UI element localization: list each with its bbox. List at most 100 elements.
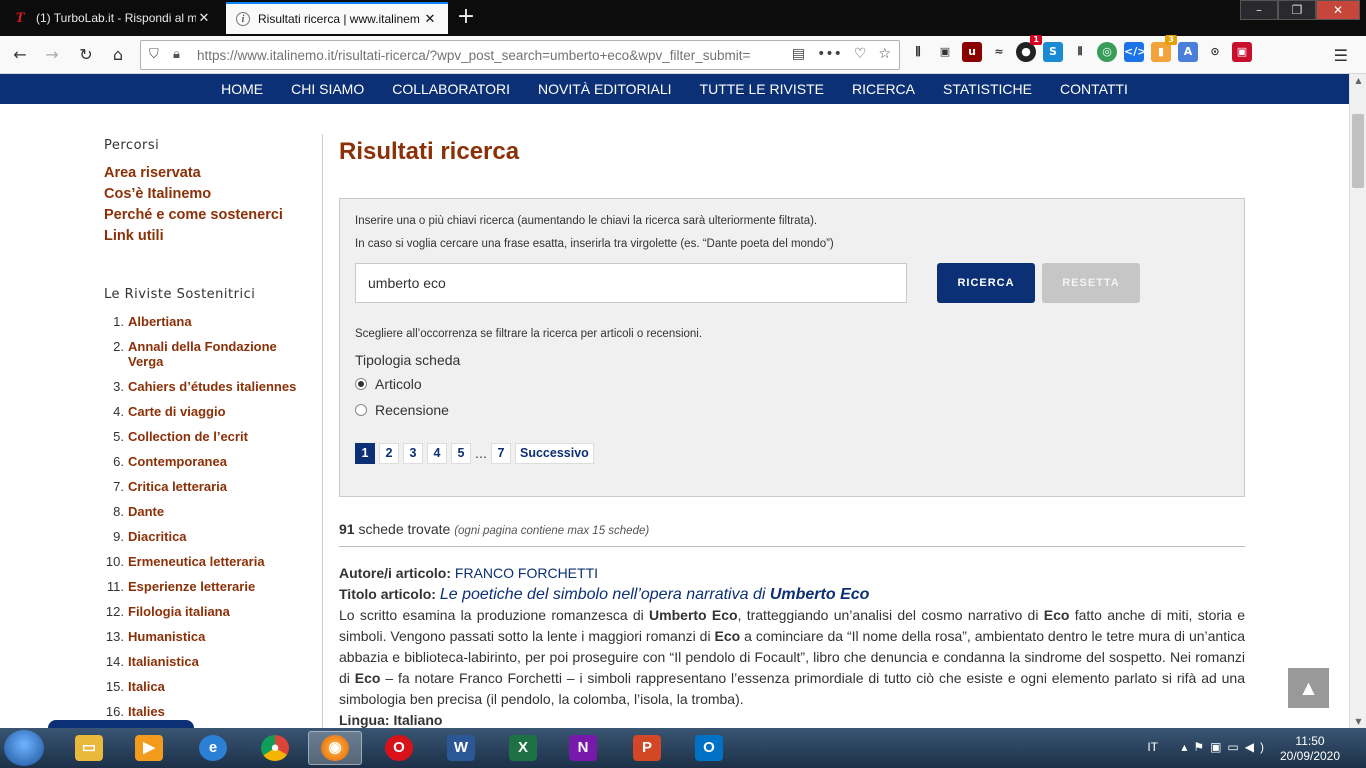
page-scrollbar[interactable]: ▲ ▼ [1349, 74, 1366, 728]
pocket-icon[interactable]: ♡ [854, 46, 867, 62]
shoe-extension-icon[interactable]: ≈ [989, 42, 1009, 62]
search-button[interactable]: RICERCA [937, 263, 1035, 303]
radio-button-checked[interactable] [355, 378, 367, 390]
translate-icon[interactable]: A [1178, 42, 1198, 62]
maximize-icon[interactable]: ❐ [1278, 0, 1316, 20]
minimize-icon[interactable]: – [1240, 0, 1278, 20]
rivista-link[interactable]: Dante [128, 504, 164, 519]
sidebar-link[interactable]: Cos’è Italinemo [104, 184, 304, 205]
rivista-link[interactable]: Italica [128, 679, 165, 694]
sidebar-link[interactable]: Area riservata [104, 163, 304, 184]
tab-turbolab[interactable]: T (1) TurboLab.it - Rispondi al m ✕ [2, 2, 222, 34]
lock-extension-icon[interactable]: ⊙ [1205, 42, 1225, 62]
rivista-link[interactable]: Filologia italiana [128, 604, 230, 619]
rivista-link[interactable]: Italianistica [128, 654, 199, 669]
tab-italinemo[interactable]: i Risultati ricerca | www.italinem ✕ [226, 2, 448, 34]
ublock-icon[interactable]: u [962, 42, 982, 62]
hamburger-menu-icon[interactable]: ☰ [1334, 46, 1348, 65]
taskbar-explorer[interactable]: ▭ [62, 731, 116, 765]
sidebar-icon[interactable]: ▣ [935, 42, 955, 62]
page-link[interactable]: 5 [451, 443, 471, 464]
home-icon[interactable]: ⌂ [104, 41, 132, 69]
scroll-down-icon[interactable]: ▼ [1350, 717, 1366, 726]
taskbar-firefox[interactable]: ◉ [308, 731, 362, 765]
forward-arrow-icon[interactable]: → [38, 41, 66, 69]
library-icon[interactable]: ⫼ [908, 42, 928, 62]
close-tab-icon[interactable]: ✕ [422, 11, 438, 27]
taskbar-ie[interactable]: e [186, 731, 240, 765]
start-button-icon[interactable] [4, 730, 44, 766]
url-text[interactable]: https://www.italinemo.it/risultati-ricer… [197, 48, 777, 63]
reset-button[interactable]: RESETTA [1042, 263, 1140, 303]
taskbar-media-player[interactable]: ▶ [122, 731, 176, 765]
back-to-top-button[interactable]: ▲ [1288, 668, 1329, 708]
page-link[interactable]: 4 [427, 443, 447, 464]
scroll-up-icon[interactable]: ▲ [1350, 76, 1366, 85]
clock[interactable]: 11:50 20/09/2020 [1278, 734, 1342, 764]
rivista-link[interactable]: Annali della Fondazione Verga [128, 339, 304, 369]
tray-icons[interactable]: ▴⚑▣▭◀) [1181, 740, 1270, 754]
bookmark-star-icon[interactable]: ☆ [878, 46, 891, 62]
page-link[interactable]: 2 [379, 443, 399, 464]
back-arrow-icon[interactable]: ← [6, 41, 34, 69]
rivista-link[interactable]: Italies [128, 704, 165, 719]
shield-icon[interactable]: ⛉ [149, 47, 159, 62]
taskbar-onenote[interactable]: N [556, 731, 610, 765]
reader-view-icon[interactable]: ▤ [792, 46, 805, 62]
reload-icon[interactable]: ↻ [72, 41, 100, 69]
taskbar-excel[interactable]: X [496, 731, 550, 765]
close-window-icon[interactable]: ✕ [1316, 0, 1360, 20]
rivista-link[interactable]: Carte di viaggio [128, 404, 226, 419]
green-extension-icon[interactable]: ◎ [1097, 42, 1117, 62]
new-tab-plus-icon[interactable]: + [456, 5, 476, 29]
nav-tutte-le-riviste[interactable]: TUTTE LE RIVISTE [700, 81, 824, 97]
grid-extension-icon[interactable]: ⦀ [1070, 42, 1090, 62]
address-bar[interactable]: ⛉ 🔒︎ https://www.italinemo.it/risultati-… [140, 40, 900, 70]
next-page-link[interactable]: Successivo [515, 443, 594, 464]
red-extension-icon[interactable]: ▣ [1232, 42, 1252, 62]
nav-ricerca[interactable]: RICERCA [852, 81, 915, 97]
code-extension-icon[interactable]: </> [1124, 42, 1146, 62]
lock-icon[interactable]: 🔒︎ [173, 47, 180, 62]
radio-recensione[interactable]: Recensione [355, 402, 449, 418]
taskbar-opera[interactable]: O [372, 731, 426, 765]
nav-collaboratori[interactable]: COLLABORATORI [392, 81, 510, 97]
s-extension-icon[interactable]: S [1043, 42, 1063, 62]
rivista-link[interactable]: Diacritica [128, 529, 187, 544]
page-link[interactable]: 3 [403, 443, 423, 464]
search-input[interactable]: umberto eco [355, 263, 907, 303]
rivista-link[interactable]: Albertiana [128, 314, 192, 329]
radio-button-unchecked[interactable] [355, 404, 367, 416]
sidebar-link[interactable]: Link utili [104, 226, 304, 247]
rivista-link[interactable]: Contemporanea [128, 454, 227, 469]
language-indicator[interactable]: IT [1147, 740, 1158, 754]
rivista-link[interactable]: Esperienze letterarie [128, 579, 255, 594]
nav-contatti[interactable]: CONTATTI [1060, 81, 1128, 97]
page-link-current[interactable]: 1 [355, 443, 375, 464]
nav-chi-siamo[interactable]: CHI SIAMO [291, 81, 364, 97]
rivista-link[interactable]: Humanistica [128, 629, 205, 644]
radio-articolo[interactable]: Articolo [355, 376, 422, 392]
page-link-last[interactable]: 7 [491, 443, 511, 464]
taskbar-word[interactable]: W [434, 731, 488, 765]
rivista-link[interactable]: Collection de l’ecrit [128, 429, 248, 444]
author-link[interactable]: FRANCO FORCHETTI [455, 565, 598, 581]
article-title-link[interactable]: Le poetiche del simbolo nell’opera narra… [440, 586, 870, 603]
nav-novita-editoriali[interactable]: NOVITÀ EDITORIALI [538, 81, 672, 97]
chat-widget-tab[interactable] [48, 720, 194, 728]
close-tab-icon[interactable]: ✕ [196, 10, 212, 26]
language-value: Italiano [393, 712, 443, 728]
nav-statistiche[interactable]: STATISTICHE [943, 81, 1032, 97]
rivista-link[interactable]: Cahiers d’études italiennes [128, 379, 296, 394]
notification-extension-icon[interactable]: ● 1 [1016, 35, 1042, 62]
scrollbar-thumb[interactable] [1352, 114, 1364, 188]
taskbar-powerpoint[interactable]: P [620, 731, 674, 765]
rivista-link[interactable]: Critica letteraria [128, 479, 227, 494]
orange-extension-icon[interactable]: ▮ 3 [1151, 35, 1177, 62]
rivista-link[interactable]: Ermeneutica letteraria [128, 554, 265, 569]
nav-home[interactable]: HOME [221, 81, 263, 97]
taskbar-outlook[interactable]: O [682, 731, 736, 765]
taskbar-chrome[interactable]: ● [248, 731, 302, 765]
page-actions-icon[interactable]: ••• [817, 46, 842, 62]
sidebar-link[interactable]: Perché e come sostenerci [104, 205, 304, 226]
